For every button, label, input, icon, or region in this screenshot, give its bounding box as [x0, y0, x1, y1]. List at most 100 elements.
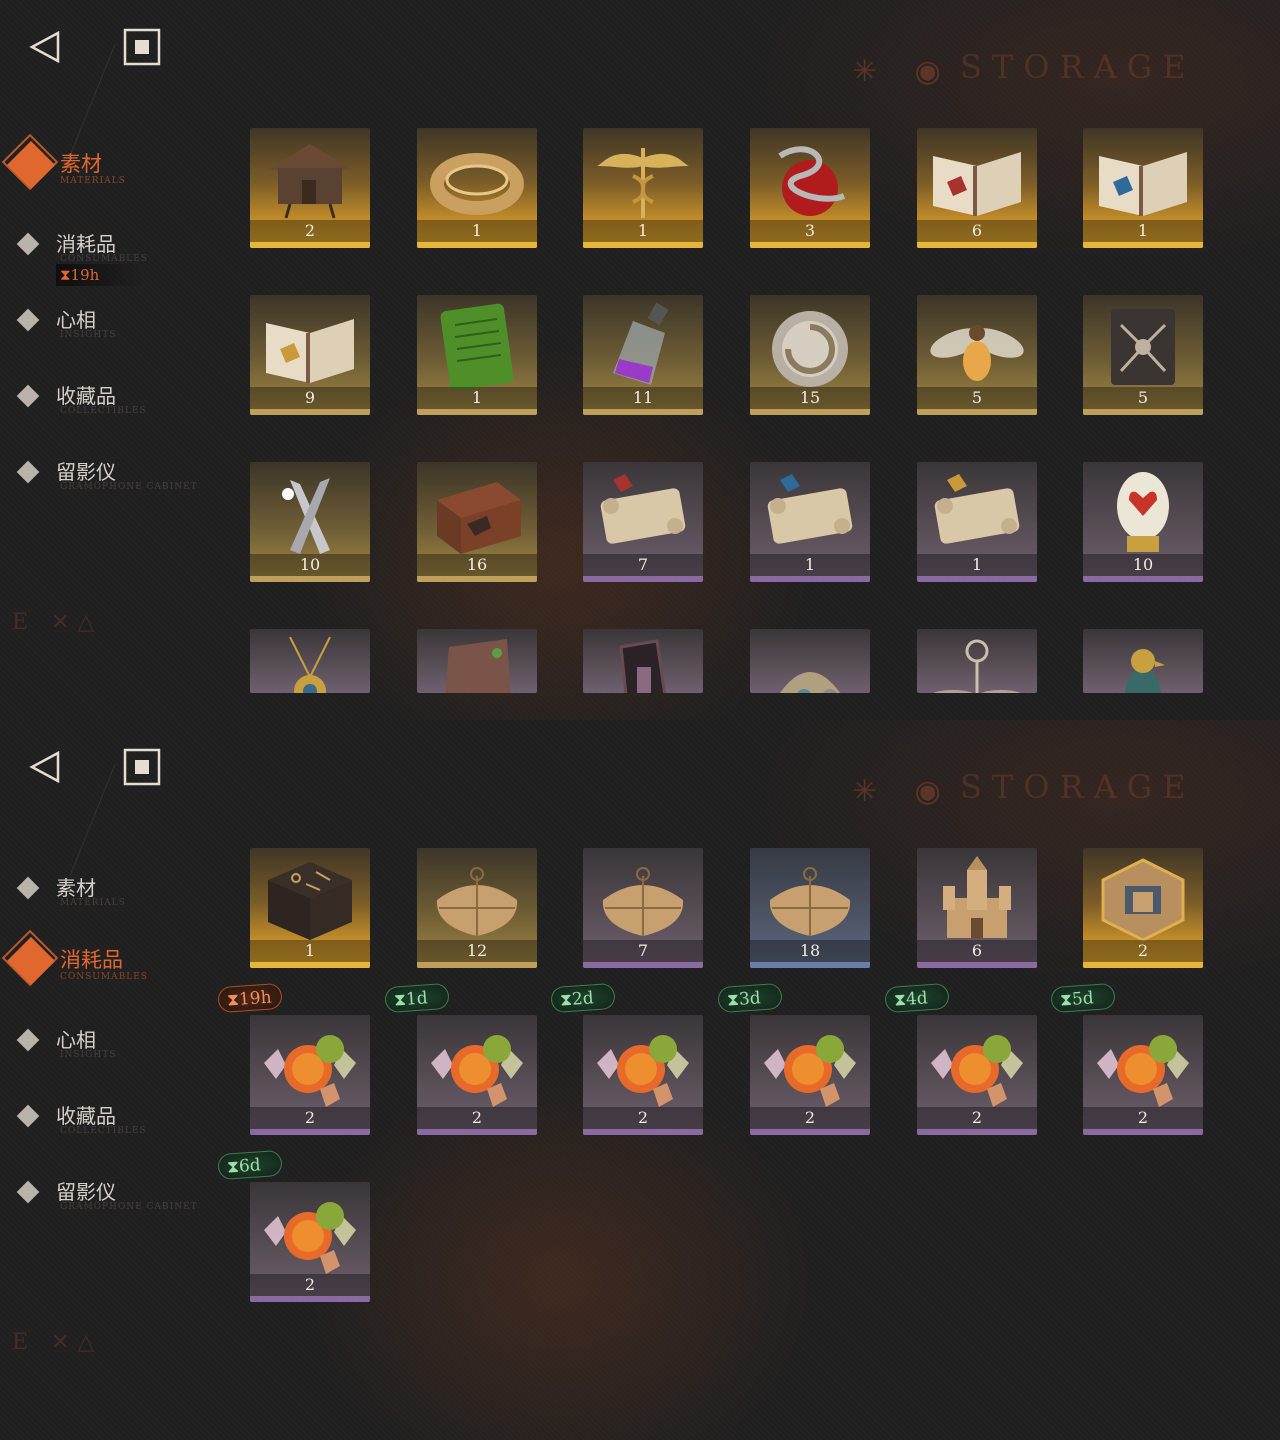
inventory-item[interactable]: 3 — [750, 128, 870, 248]
item-count: 6 — [971, 221, 983, 240]
nav-materials[interactable]: 素材 MATERIALS — [1, 133, 206, 206]
inventory-item[interactable] — [917, 629, 1037, 693]
expiry-timer-badge: ⧗2d — [550, 982, 616, 1014]
item-count: 2 — [471, 1108, 483, 1127]
candy-icon — [264, 1202, 356, 1274]
inventory-item[interactable]: 15 — [750, 295, 870, 415]
item-count: 7 — [637, 555, 649, 574]
inventory-item[interactable]: 2 — [917, 1015, 1037, 1135]
inventory-item[interactable]: 1 — [750, 462, 870, 582]
nav-gramophone[interactable]: 留影仪 GRAMOPHONE CABINET — [16, 456, 206, 512]
bird-figure-icon — [1125, 649, 1165, 693]
nav-label: 收藏品 — [56, 1104, 116, 1128]
inventory-item[interactable] — [583, 629, 703, 693]
frame-icon — [619, 639, 667, 693]
nav-sublabel: INSIGHTS — [60, 330, 117, 340]
inventory-item[interactable]: 9 — [250, 295, 370, 415]
hand-box-icon — [437, 482, 521, 554]
item-count: 12 — [466, 941, 488, 960]
winged-key-icon — [933, 639, 1021, 693]
item-count: 1 — [804, 555, 816, 574]
book-red-icon — [933, 152, 1021, 216]
inventory-item[interactable]: 6 — [917, 128, 1037, 248]
nav-collectibles[interactable]: 收藏品 COLLECTIBLES — [16, 380, 206, 436]
inventory-item[interactable]: 1 — [250, 848, 370, 968]
rarity-stripe — [250, 576, 370, 582]
candy-icon — [597, 1035, 689, 1107]
nav-collectibles[interactable]: 收藏品 COLLECTIBLES — [16, 1100, 206, 1156]
inventory-item[interactable]: 7 — [583, 848, 703, 968]
nav-materials[interactable]: 素材 MATERIALS — [16, 872, 206, 928]
nav-consumables[interactable]: 消耗品 CONSUMABLES — [1, 929, 206, 1002]
inventory-item[interactable]: 1 — [417, 128, 537, 248]
nav-insights[interactable]: 心相 INSIGHTS — [16, 1024, 206, 1080]
green-tablet-icon — [440, 303, 514, 389]
expiry-timer-badge: ⧗3d — [717, 982, 783, 1014]
jeweled-egg-icon — [1117, 472, 1169, 552]
rarity-stripe — [750, 242, 870, 248]
storage-panel-consumables: ✳ ◉ STORAGE E ✕△ 素材 MATERIALS 消耗品 CONSUM… — [0, 720, 1280, 1440]
inventory-item[interactable]: 2 — [250, 128, 370, 248]
inventory-item[interactable]: 1 — [1083, 128, 1203, 248]
item-count: 3 — [804, 221, 816, 240]
inventory-item[interactable]: 5 — [917, 295, 1037, 415]
parcel-icon — [769, 867, 851, 936]
inventory-item[interactable] — [417, 629, 537, 693]
storage-watermark: ✳ ◉ STORAGE — [852, 768, 1212, 828]
scroll-red-icon — [600, 474, 686, 544]
silver-device-icon — [772, 311, 848, 387]
inventory-item[interactable]: 5 — [1083, 295, 1203, 415]
inventory-item[interactable]: 11 — [583, 295, 703, 415]
caduceus-icon — [597, 148, 689, 218]
inventory-item[interactable] — [1083, 629, 1203, 693]
nav-gramophone[interactable]: 留影仪 GRAMOPHONE CABINET — [16, 1176, 206, 1232]
nav-sublabel: INSIGHTS — [60, 1050, 117, 1060]
diamond-icon — [16, 384, 40, 408]
item-count: 10 — [299, 555, 321, 574]
diamond-icon — [16, 876, 40, 900]
storage-deco-icons: ✳ ◉ — [852, 54, 955, 89]
inventory-item[interactable]: 10 — [1083, 462, 1203, 582]
rarity-stripe — [917, 409, 1037, 415]
hex-token-icon — [1101, 858, 1185, 942]
inventory-item[interactable]: 1 — [417, 295, 537, 415]
inventory-item[interactable]: 2 — [1083, 848, 1203, 968]
item-count: 2 — [304, 1275, 316, 1294]
expiry-timer-badge: ⧗6d — [217, 1149, 283, 1181]
nav-label: 收藏品 — [56, 384, 116, 408]
rarity-stripe — [750, 962, 870, 968]
inventory-item[interactable] — [250, 629, 370, 693]
inventory-item[interactable]: 18 — [750, 848, 870, 968]
item-count: 1 — [1137, 221, 1149, 240]
rarity-stripe — [917, 576, 1037, 582]
storage-panel-materials: ✳ ◉ STORAGE E ✕△ 素材 MATERIALS 消耗品 CONSUM… — [0, 0, 1280, 720]
inventory-item[interactable]: 6 — [917, 848, 1037, 968]
inventory-item[interactable]: 2 — [250, 1182, 370, 1302]
purple-bottle-icon — [613, 303, 669, 385]
nav-insights[interactable]: 心相 INSIGHTS — [16, 304, 206, 360]
diamond-icon — [16, 460, 40, 484]
inventory-item[interactable] — [750, 629, 870, 693]
inventory-item[interactable]: 1 — [583, 128, 703, 248]
nav-sublabel: MATERIALS — [60, 176, 126, 186]
item-count: 11 — [632, 388, 654, 407]
rarity-stripe — [1083, 1129, 1203, 1135]
inventory-item[interactable]: 12 — [417, 848, 537, 968]
diamond-icon — [16, 308, 40, 332]
inventory-item[interactable]: 2 — [583, 1015, 703, 1135]
inventory-item[interactable]: 16 — [417, 462, 537, 582]
item-count: 1 — [471, 221, 483, 240]
inventory-item[interactable]: 2 — [750, 1015, 870, 1135]
inventory-item[interactable]: 1 — [917, 462, 1037, 582]
inventory-item[interactable]: 10 — [250, 462, 370, 582]
inventory-item[interactable]: 2 — [1083, 1015, 1203, 1135]
item-count: 2 — [637, 1108, 649, 1127]
inventory-item[interactable]: 2 — [417, 1015, 537, 1135]
inventory-item[interactable]: 2 — [250, 1015, 370, 1135]
item-count: 6 — [971, 941, 983, 960]
rarity-stripe — [750, 576, 870, 582]
inventory-item[interactable]: 7 — [583, 462, 703, 582]
expiry-timer-badge: ⧗4d — [884, 982, 950, 1014]
item-count: 2 — [304, 221, 316, 240]
diamond-icon — [16, 1028, 40, 1052]
